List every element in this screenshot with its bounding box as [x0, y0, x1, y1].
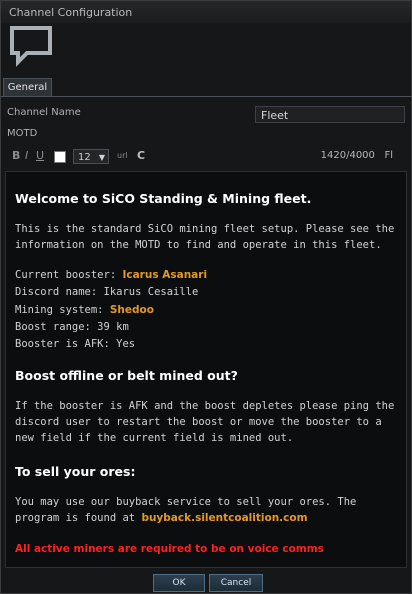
character-counter: 1420/4000 Fl: [321, 150, 393, 161]
cancel-button[interactable]: Cancel: [209, 574, 263, 592]
character-count: 1420/4000: [320, 150, 375, 161]
boost-instructions: If the booster is AFK and the boost depl…: [15, 400, 395, 444]
motd-heading-welcome: Welcome to SiCO Standing & Mining fleet.: [15, 191, 312, 206]
motd-intro: This is the standard SiCO mining fleet s…: [15, 223, 395, 251]
motd-label: MOTD: [7, 128, 38, 139]
tab-general[interactable]: General: [3, 78, 52, 97]
character-count-suffix: Fl: [384, 150, 393, 161]
chat-bubble-icon: [10, 26, 52, 67]
italic-button[interactable]: I: [25, 149, 28, 162]
booster-name: Icarus Asanari: [122, 269, 208, 281]
boost-range-line: Boost range: 39 km: [15, 321, 129, 333]
afk-line: Booster is AFK: Yes: [15, 338, 136, 350]
text-color-picker[interactable]: [54, 151, 66, 163]
font-size-value: 12: [78, 152, 91, 163]
booster-label: Current booster:: [15, 269, 123, 281]
title-bar[interactable]: Channel Configuration: [1, 1, 411, 23]
voice-comms-warning: All active miners are required to be on …: [15, 541, 395, 557]
warning-text: All active miners are required to be on …: [15, 543, 324, 555]
chevron-down-icon: ▼: [98, 153, 105, 162]
buyback-link[interactable]: buyback.silentcoalition.com: [141, 512, 307, 524]
underline-button[interactable]: U: [36, 149, 44, 162]
link-button[interactable]: url: [117, 151, 128, 160]
motd-heading-sell: To sell your ores:: [15, 464, 136, 479]
system-label: Mining system:: [15, 304, 110, 316]
booster-line: Current booster: Icarus Asanari: [15, 267, 395, 283]
discord-line: Discord name: Ikarus Cesaille: [15, 286, 199, 298]
clear-format-button[interactable]: C: [137, 149, 145, 162]
font-size-select[interactable]: 12 ▼: [73, 149, 109, 164]
motd-editor[interactable]: Welcome to SiCO Standing & Mining fleet.…: [5, 171, 407, 568]
system-line: Mining system: Shedoo: [15, 302, 395, 318]
ok-button[interactable]: OK: [153, 574, 205, 592]
tab-divider: [1, 96, 411, 97]
channel-name-label: Channel Name: [7, 107, 81, 118]
sell-instructions: You may use our buyback service to sell …: [15, 494, 395, 526]
window-title: Channel Configuration: [9, 6, 133, 19]
motd-heading-boost: Boost offline or belt mined out?: [15, 368, 238, 383]
channel-config-window: Channel Configuration General Channel Na…: [0, 0, 412, 594]
bold-button[interactable]: B: [12, 149, 20, 162]
system-name: Shedoo: [109, 304, 154, 316]
channel-name-input[interactable]: Fleet: [255, 106, 405, 123]
